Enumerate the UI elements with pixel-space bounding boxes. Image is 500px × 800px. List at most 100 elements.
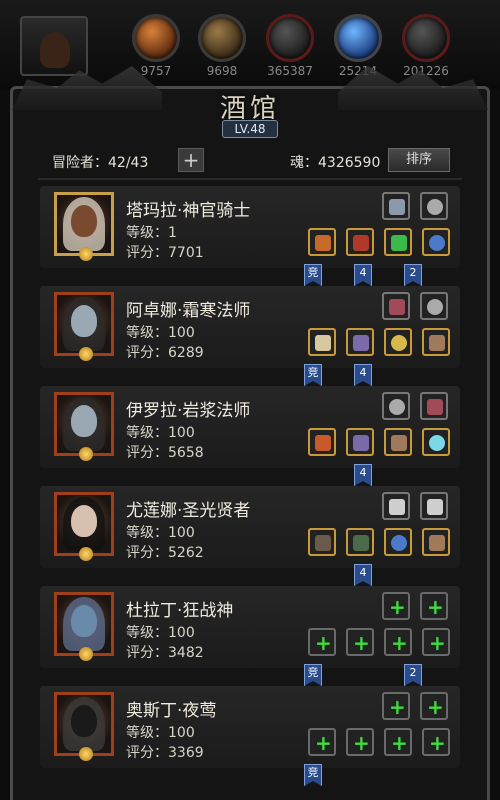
hero-portrait[interactable] <box>54 592 114 661</box>
pvp-badge: 竞 <box>304 264 322 286</box>
empty-slot-button[interactable]: + <box>422 628 450 656</box>
divider <box>38 178 462 180</box>
hero-score: 评分：3369 <box>126 745 204 761</box>
amulet-icon <box>391 335 407 351</box>
hero-score: 评分：5262 <box>126 545 204 561</box>
dagger-icon <box>389 499 405 515</box>
resource-iron[interactable]: 365387 <box>258 14 322 78</box>
empty-slot-button[interactable]: + <box>382 692 410 720</box>
hero-name: 塔玛拉·神官骑士 <box>126 201 251 221</box>
hero-name: 杜拉丁·狂战神 <box>126 601 234 621</box>
glove-icon <box>429 535 445 551</box>
weapon-slot[interactable] <box>308 328 336 356</box>
hero-portrait[interactable] <box>54 392 114 461</box>
resource-wood[interactable]: 9698 <box>190 14 254 78</box>
rune-slot[interactable] <box>382 292 410 320</box>
hero-level: 等级：100 <box>126 325 195 341</box>
glove-slot[interactable] <box>422 528 450 556</box>
staff-icon <box>315 335 331 351</box>
rune-slot[interactable] <box>420 392 448 420</box>
hammer-icon <box>315 435 331 451</box>
resource-crystal[interactable]: 25214 <box>326 14 390 78</box>
helmet-icon <box>40 32 70 68</box>
hero-row[interactable]: 尤莲娜·圣光贤者 等级：100 评分：5262 4 <box>38 484 462 586</box>
face-shape <box>71 205 97 237</box>
pvp-badge: 竞 <box>304 664 322 686</box>
accessory-slot[interactable] <box>422 428 450 456</box>
plus-icon: + <box>391 631 408 655</box>
pvp-badge: 竞 <box>304 364 322 386</box>
hero-portrait[interactable] <box>54 192 114 261</box>
gem-icon <box>391 235 407 251</box>
wood-resource-icon <box>198 14 246 62</box>
plus-icon: + <box>429 731 446 755</box>
hero-name: 奥斯丁·夜莺 <box>126 701 217 721</box>
dagger-icon <box>427 499 443 515</box>
tavern-level-badge: LV.48 <box>222 120 278 138</box>
hero-row[interactable]: 奥斯丁·夜莺 等级：100 评分：3369 + + + + + + 竞 <box>38 684 462 786</box>
empty-slot-button[interactable]: + <box>308 628 336 656</box>
hero-portrait[interactable] <box>54 492 114 561</box>
add-adventurer-button[interactable]: + <box>178 148 204 172</box>
helmet-icon <box>353 435 369 451</box>
accessory-slot[interactable] <box>384 328 412 356</box>
armor-icon <box>353 535 369 551</box>
armor-slot[interactable] <box>346 228 374 256</box>
rank-gem-icon <box>79 447 93 461</box>
mask-slot[interactable] <box>420 192 448 220</box>
hero-row[interactable]: 杜拉丁·狂战神 等级：100 评分：3482 + + + + + + 竞 2 <box>38 584 462 686</box>
ring-slot[interactable] <box>384 528 412 556</box>
mask-slot[interactable] <box>382 392 410 420</box>
empty-slot-button[interactable]: + <box>346 728 374 756</box>
glove-icon <box>429 335 445 351</box>
hero-portrait[interactable] <box>54 292 114 361</box>
rank-gem-icon <box>79 347 93 361</box>
hero-name: 尤莲娜·圣光贤者 <box>126 501 251 521</box>
star-badge: 4 <box>354 564 372 586</box>
rune-slot[interactable] <box>382 492 410 520</box>
rank-gem-icon <box>79 247 93 261</box>
ring-slot[interactable] <box>422 228 450 256</box>
armor-slot[interactable] <box>346 328 374 356</box>
soul-count: 魂：4326590 <box>290 155 381 171</box>
resource-value: 9698 <box>206 64 238 78</box>
ring-icon <box>429 235 445 251</box>
hero-row[interactable]: 塔玛拉·神官骑士 等级：1 评分：7701 竞 4 2 <box>38 184 462 286</box>
armor-slot[interactable] <box>346 428 374 456</box>
rune-slot[interactable] <box>420 492 448 520</box>
ring-icon <box>391 535 407 551</box>
empty-slot-button[interactable]: + <box>384 728 412 756</box>
empty-slot-button[interactable]: + <box>422 728 450 756</box>
weapon-slot[interactable] <box>308 228 336 256</box>
hero-level: 等级：1 <box>126 225 177 241</box>
empty-slot-button[interactable]: + <box>308 728 336 756</box>
armor-slot[interactable] <box>346 528 374 556</box>
accessory-slot[interactable] <box>384 228 412 256</box>
empty-slot-button[interactable]: + <box>382 592 410 620</box>
player-avatar-button[interactable] <box>20 16 88 76</box>
resource-stone[interactable]: 201226 <box>394 14 458 78</box>
plus-icon: + <box>353 731 370 755</box>
plus-icon: + <box>427 695 444 719</box>
weapon-slot[interactable] <box>308 428 336 456</box>
hero-portrait[interactable] <box>54 692 114 761</box>
hero-row[interactable]: 伊罗拉·岩浆法师 等级：100 评分：5658 4 <box>38 384 462 486</box>
empty-slot-button[interactable]: + <box>420 692 448 720</box>
empty-slot-button[interactable]: + <box>346 628 374 656</box>
glove-icon <box>391 435 407 451</box>
glove-slot[interactable] <box>384 428 412 456</box>
face-shape <box>71 605 97 637</box>
weapon-slot[interactable] <box>308 528 336 556</box>
glove-slot[interactable] <box>422 328 450 356</box>
hero-name: 伊罗拉·岩浆法师 <box>126 401 251 421</box>
face-shape <box>71 505 97 537</box>
rank-gem-icon <box>79 647 93 661</box>
empty-slot-button[interactable]: + <box>420 592 448 620</box>
rune-slot[interactable] <box>382 192 410 220</box>
mask-slot[interactable] <box>420 292 448 320</box>
mask-icon <box>389 399 405 415</box>
empty-slot-button[interactable]: + <box>384 628 412 656</box>
sort-button[interactable]: 排序 <box>388 148 450 172</box>
hero-row[interactable]: 阿卓娜·霜寒法师 等级：100 评分：6289 竞 4 <box>38 284 462 386</box>
iron-resource-icon <box>266 14 314 62</box>
